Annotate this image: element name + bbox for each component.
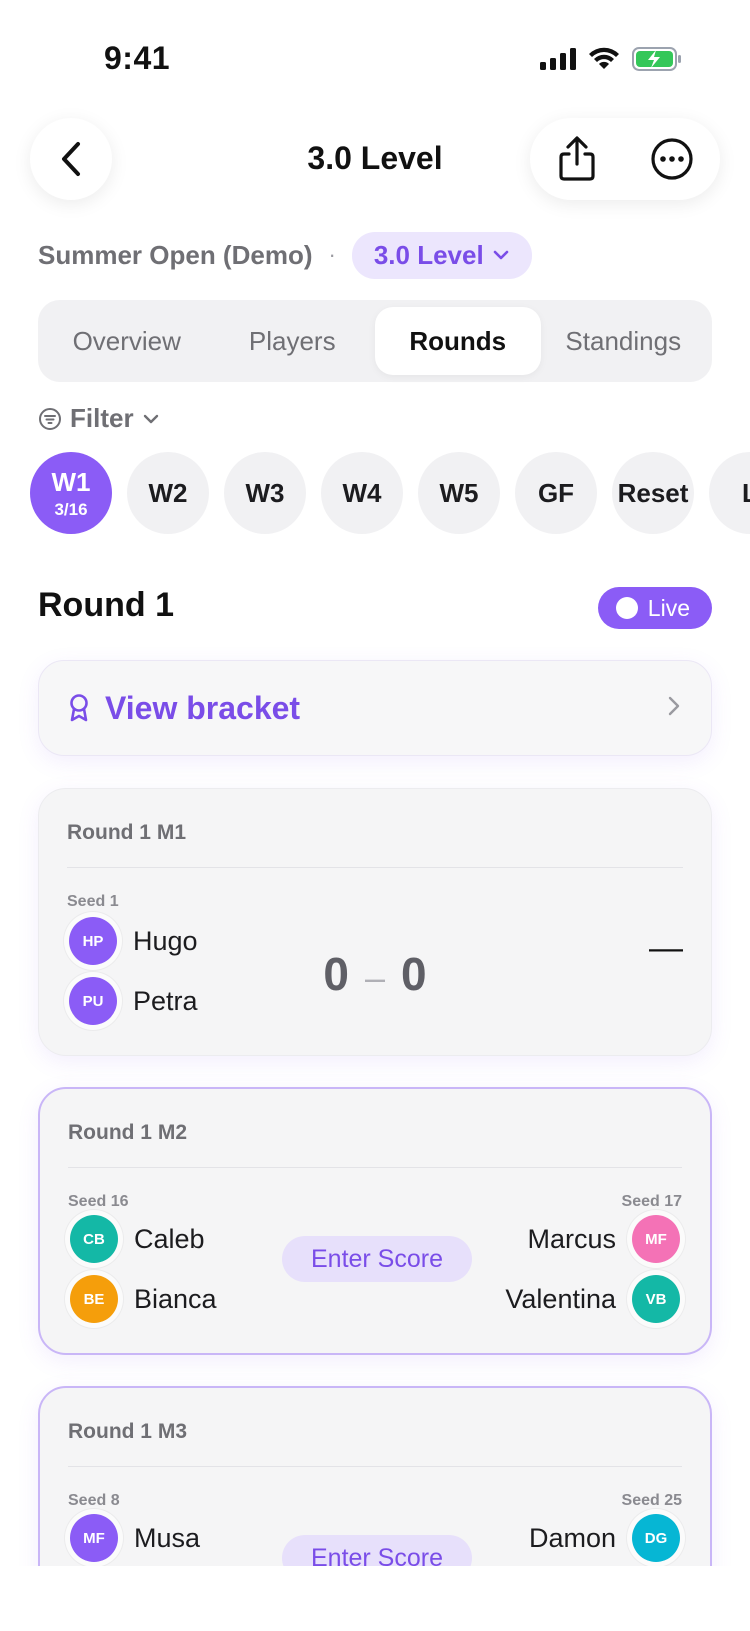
view-bracket-label: View bracket (105, 689, 301, 726)
chevron-down-icon (143, 414, 158, 423)
avatar: MF (70, 1514, 118, 1562)
match-card[interactable]: Round 1 M1 Seed 1 HP Hugo PU Petra 0–0 — (38, 788, 712, 1056)
score-left: 0 (323, 948, 349, 1000)
week-chip-w5[interactable]: W5 (418, 452, 500, 534)
seed-label: Seed 25 (621, 1492, 682, 1509)
bottom-safe-area (0, 1566, 750, 1631)
avatar: CB (70, 1215, 118, 1263)
player-row: Valentina VB (505, 1275, 680, 1323)
seed-label: Seed 1 (67, 893, 119, 910)
filter-button[interactable]: Filter (38, 403, 160, 434)
share-icon[interactable] (557, 136, 597, 182)
player-name: Musa (134, 1522, 201, 1553)
match-title: Round 1 M1 (67, 821, 186, 844)
week-chip-reset[interactable]: Reset (612, 452, 694, 534)
seed-label: Seed 16 (68, 1193, 129, 1210)
avatar: VB (632, 1275, 680, 1323)
score-separator: – (364, 957, 386, 998)
player-row: BE Bianca (70, 1275, 217, 1323)
more-options-icon[interactable] (650, 137, 694, 181)
opponent-placeholder: — (649, 929, 683, 967)
week-chips: W1 3/16 W2 W3 W4 W5 GF Reset L (30, 452, 750, 534)
player-name: Valentina (505, 1283, 616, 1314)
cellular-signal-icon (540, 48, 576, 70)
view-bracket-button[interactable]: View bracket (38, 660, 712, 756)
week-chip-label: W1 (51, 466, 91, 497)
award-ribbon-icon (70, 694, 88, 722)
player-name: Caleb (134, 1223, 205, 1254)
avatar: DG (632, 1514, 680, 1562)
nav-bar: 3.0 Level (0, 110, 750, 206)
separator-dot: · (328, 242, 336, 267)
week-chip-w1[interactable]: W1 3/16 (30, 452, 112, 534)
section-tabs: Overview Players Rounds Standings (38, 300, 712, 382)
tab-overview[interactable]: Overview (44, 307, 210, 375)
event-name: Summer Open (Demo) (38, 239, 313, 270)
week-chip-l[interactable]: L (709, 452, 750, 534)
enter-score-button[interactable]: Enter Score (282, 1236, 472, 1282)
divider (68, 1466, 682, 1467)
week-chip-w3[interactable]: W3 (224, 452, 306, 534)
player-name: Damon (528, 1522, 616, 1553)
live-badge: Live (597, 587, 712, 629)
seed-label: Seed 17 (621, 1193, 682, 1210)
status-icons (540, 46, 682, 72)
level-selector-label: 3.0 Level (373, 239, 484, 270)
player-row: Marcus MF (527, 1215, 680, 1263)
divider (68, 1167, 682, 1168)
player-name: Bianca (134, 1283, 217, 1314)
chevron-down-icon (493, 250, 508, 260)
level-selector[interactable]: 3.0 Level (351, 231, 532, 279)
player-row: MF Musa (70, 1514, 200, 1562)
live-dot (615, 597, 638, 619)
week-chip-date: 3/16 (54, 499, 88, 519)
avatar: BE (70, 1275, 118, 1323)
match-card[interactable]: Round 1 M2 Seed 16 Seed 17 CB Caleb BE B… (38, 1087, 712, 1355)
live-label: Live (647, 594, 690, 621)
round-title: Round 1 (38, 586, 174, 624)
week-chip-gf[interactable]: GF (515, 452, 597, 534)
tab-standings[interactable]: Standings (541, 307, 707, 375)
status-bar: 9:41 (0, 0, 750, 120)
player-name: Marcus (527, 1223, 616, 1254)
event-context-row: Summer Open (Demo) · 3.0 Level (38, 231, 532, 279)
battery-charging-icon (632, 47, 681, 71)
wifi-icon (589, 47, 619, 69)
score-right: 0 (401, 948, 427, 1000)
status-time: 9:41 (104, 40, 171, 76)
week-chip-w2[interactable]: W2 (127, 452, 209, 534)
filter-icon (39, 407, 61, 430)
divider (67, 867, 683, 868)
nav-actions-group (530, 118, 720, 200)
player-row: CB Caleb (70, 1215, 205, 1263)
match-title: Round 1 M2 (68, 1121, 187, 1144)
match-title: Round 1 M3 (68, 1420, 187, 1443)
week-chip-w4[interactable]: W4 (321, 452, 403, 534)
tab-players[interactable]: Players (210, 307, 376, 375)
seed-label: Seed 8 (68, 1492, 120, 1509)
filter-label: Filter (70, 403, 134, 433)
chevron-right-icon (668, 696, 680, 716)
player-row: Damon DG (529, 1514, 680, 1562)
match-score: 0–0 (39, 947, 711, 1001)
tab-rounds[interactable]: Rounds (375, 307, 541, 375)
avatar: MF (632, 1215, 680, 1263)
